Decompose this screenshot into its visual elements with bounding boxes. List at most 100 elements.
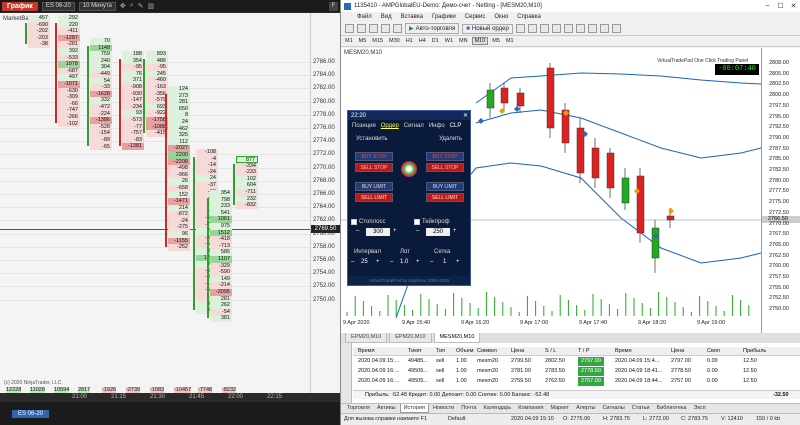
candle-chart-icon[interactable] <box>551 24 561 33</box>
terminal-tab[interactable]: Эксп <box>690 404 708 413</box>
bar-chart-icon[interactable] <box>539 24 549 33</box>
history-row[interactable]: 2020.04.09 16:... 49505... sell 1.00 mesm20 2… <box>353 377 800 386</box>
stoploss-minus[interactable]: – <box>356 228 359 234</box>
navigator-icon[interactable] <box>381 24 390 33</box>
terminal-tab[interactable]: Компания <box>515 404 546 413</box>
terminal-tab[interactable]: Сигналы <box>599 404 627 413</box>
zoom-in-icon[interactable] <box>575 24 585 33</box>
interval-minus[interactable]: – <box>351 259 354 265</box>
takeprofit-checkbox[interactable]: Тейкпроф <box>414 219 450 225</box>
history-row[interactable]: 2020.04.09 15:... 49485... sell 1.00 mesm20 2… <box>353 357 800 366</box>
menu-item[interactable]: Вид <box>381 14 392 20</box>
interval-plus[interactable]: + <box>376 259 380 265</box>
chart-style-icon[interactable]: ▥ <box>148 2 155 10</box>
terminal-column-header[interactable]: Символ <box>477 347 497 356</box>
timeframe-m15[interactable]: M15 <box>370 38 385 44</box>
timeframe-h4[interactable]: H4 <box>417 38 428 44</box>
grid-icon[interactable] <box>599 24 609 33</box>
takeprofit-input[interactable]: 250 <box>426 228 450 236</box>
timeframe-m5[interactable]: M5 <box>490 38 502 44</box>
auto-trading-button[interactable]: ▶ Авто-торговля <box>405 23 460 34</box>
panel-tab[interactable]: Ордер <box>381 123 399 129</box>
timeframe-m10[interactable]: M10 <box>471 37 489 45</box>
menu-item[interactable]: Вставка <box>401 14 423 20</box>
chart-tab[interactable]: MESM20,M10 <box>433 333 481 343</box>
timeframe-mn[interactable]: MN <box>457 38 470 44</box>
maximize-icon[interactable]: ☐ <box>774 2 787 10</box>
interval-value[interactable]: 25 <box>361 259 368 265</box>
autoscroll-icon[interactable] <box>611 24 621 33</box>
chart-tab[interactable]: EPM20,M10 <box>389 333 432 343</box>
history-row[interactable]: 2020.04.09 16:... 49505... sell 1.00 mesm20 2… <box>353 367 800 376</box>
terminal-tab[interactable]: Активы <box>374 404 399 413</box>
f-button[interactable]: F <box>329 1 338 11</box>
price-chart[interactable]: MESM20,M10 VirtualTradePad One Click Tra… <box>341 48 800 333</box>
timeframe-m1[interactable]: M1 <box>343 38 355 44</box>
panel-tab[interactable]: CLP <box>450 123 462 129</box>
panel-tab[interactable]: Сигнал <box>404 123 424 129</box>
delete-sell-limit-button[interactable]: SELL LIMIT <box>426 193 464 202</box>
set-sell-limit-button[interactable]: SELL LIMIT <box>355 193 393 202</box>
footprint-price-axis[interactable] <box>310 13 340 393</box>
draw-icon[interactable]: ✎ <box>138 2 144 10</box>
terminal-column-header[interactable]: Время <box>615 347 632 356</box>
timeframe-w1[interactable]: W1 <box>443 38 455 44</box>
terminal-column-header[interactable]: Тип <box>436 347 445 356</box>
sell-icon[interactable] <box>527 24 537 33</box>
grid-plus[interactable]: + <box>456 259 460 265</box>
grid-value[interactable]: 1 <box>443 259 446 265</box>
new-chart-icon[interactable] <box>345 24 354 33</box>
chart-tab[interactable]: График <box>2 1 38 11</box>
timeframe-m30[interactable]: M30 <box>387 38 402 44</box>
terminal-tab[interactable]: Маркет <box>547 404 572 413</box>
stoploss-input[interactable]: 300 <box>366 228 390 236</box>
terminal-column-header[interactable]: Время <box>358 347 375 356</box>
terminal-tab[interactable]: Почта <box>458 404 479 413</box>
lot-minus[interactable]: – <box>390 259 393 265</box>
terminal-column-header[interactable]: T / P <box>578 347 590 356</box>
terminal-tab[interactable]: Новости <box>430 404 457 413</box>
footprint-plot[interactable]: MarketBalance 2769.50 (c) 2020 NinjaTrad… <box>0 13 340 393</box>
chart-tab[interactable]: EPM20,M10 <box>345 333 388 343</box>
terminal-column-header[interactable]: Тикет <box>408 347 422 356</box>
terminal-tab[interactable]: История <box>399 404 429 413</box>
terminal-column-header[interactable]: Прибыль <box>743 347 766 356</box>
panel-close-icon[interactable]: ✕ <box>463 112 468 119</box>
line-chart-icon[interactable] <box>563 24 573 33</box>
stoploss-plus[interactable]: + <box>393 228 397 234</box>
panel-tab[interactable]: Позиция <box>352 123 376 129</box>
set-sell-stop-button[interactable]: SELL STOP <box>355 163 393 172</box>
panel-tab[interactable]: Инфо <box>429 123 445 129</box>
terminal-column-header[interactable]: Цена <box>671 347 684 356</box>
timeframe-selector[interactable]: 10 Минута <box>78 1 116 11</box>
menu-item[interactable]: Справка <box>517 14 541 20</box>
grid-minus[interactable]: – <box>430 259 433 265</box>
minimize-icon[interactable]: – <box>761 2 774 10</box>
takeprofit-plus[interactable]: + <box>453 228 457 234</box>
takeprofit-minus[interactable]: – <box>416 228 419 234</box>
timeframe-m1[interactable]: M1 <box>504 38 516 44</box>
delete-buy-stop-button[interactable]: BUY STOP <box>426 152 464 161</box>
menu-item[interactable]: Сервис <box>465 14 486 20</box>
zoom-icon[interactable]: ⌕ <box>130 2 134 10</box>
menu-item[interactable]: Графики <box>432 14 456 20</box>
refresh-icon[interactable] <box>401 161 417 177</box>
buy-icon[interactable] <box>515 24 525 33</box>
stoploss-checkbox[interactable]: Стоплосс <box>351 219 386 225</box>
cursor-icon[interactable]: ✥ <box>120 2 126 10</box>
new-order-button[interactable]: ■ Новый ордер <box>462 23 513 34</box>
terminal-tab[interactable]: Торговля <box>344 404 373 413</box>
lot-value[interactable]: 1.0 <box>400 259 408 265</box>
terminal-column-header[interactable]: S / L <box>545 347 556 356</box>
close-icon[interactable]: ✕ <box>787 2 800 10</box>
instrument-selector[interactable]: ES 06-20 <box>41 1 75 11</box>
profiles-icon[interactable] <box>357 24 366 33</box>
terminal-column-header[interactable]: Своп <box>707 347 720 356</box>
terminal-icon[interactable] <box>393 24 402 33</box>
set-buy-stop-button[interactable]: BUY STOP <box>355 152 393 161</box>
menu-item[interactable]: Окно <box>494 14 508 20</box>
timeframe-d1[interactable]: D1 <box>430 38 441 44</box>
terminal-tab[interactable]: Библиотека <box>654 404 690 413</box>
terminal-tab[interactable]: Календарь <box>481 404 515 413</box>
timeframe-m5[interactable]: M5 <box>357 38 369 44</box>
